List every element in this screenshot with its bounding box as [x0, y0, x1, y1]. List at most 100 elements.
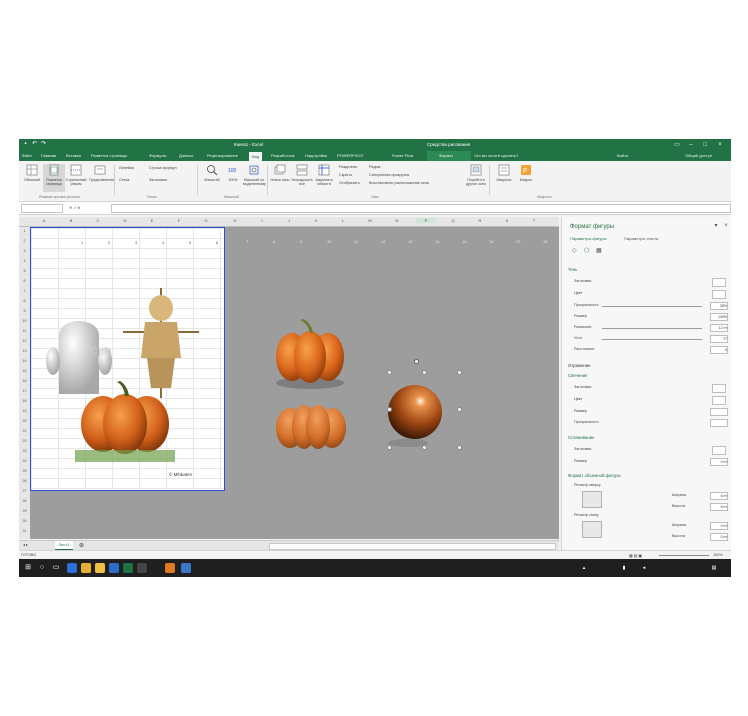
selection-handle[interactable]: [457, 407, 462, 412]
ruler-checkbox[interactable]: Линейка: [119, 166, 134, 170]
column-header[interactable]: C: [88, 218, 108, 223]
row-header[interactable]: 18: [19, 399, 30, 403]
redo-icon[interactable]: ↷: [40, 141, 47, 148]
reset-window-position-button[interactable]: Восстановить расположение окна: [369, 181, 429, 185]
row-header[interactable]: 22: [19, 439, 30, 443]
pumpkin-image[interactable]: [75, 376, 175, 466]
unhide-button[interactable]: Отобразить: [339, 181, 360, 185]
sheet-tab-list1[interactable]: Лист1: [55, 541, 73, 550]
shadow-distance-field[interactable]: 0: [710, 346, 728, 354]
row-header[interactable]: 16: [19, 379, 30, 383]
column-header[interactable]: I: [252, 218, 272, 223]
bottom-bevel-picker[interactable]: [582, 521, 602, 538]
row-header[interactable]: 12: [19, 339, 30, 343]
column-header[interactable]: R: [470, 218, 490, 223]
row-header[interactable]: 24: [19, 459, 30, 463]
row-header[interactable]: 8: [19, 299, 30, 303]
shadow-size-field[interactable]: 100%: [710, 313, 728, 321]
row-header[interactable]: 3: [19, 249, 30, 253]
shadow-angle-field[interactable]: 0°: [710, 335, 728, 343]
row-header[interactable]: 2: [19, 239, 30, 243]
column-header[interactable]: J: [279, 218, 299, 223]
page-layout-view-button[interactable]: Разметка страницы: [43, 164, 65, 192]
row-header[interactable]: 28: [19, 499, 30, 503]
selection-handle[interactable]: [457, 445, 462, 450]
app-icon[interactable]: [137, 563, 147, 573]
top-bevel-picker[interactable]: [582, 491, 602, 508]
row-header[interactable]: 19: [19, 409, 30, 413]
undo-icon[interactable]: ↶: [31, 141, 38, 148]
gridlines-checkbox[interactable]: Сетка: [119, 178, 129, 182]
close-icon[interactable]: ×: [716, 141, 724, 149]
row-header[interactable]: 27: [19, 489, 30, 493]
selection-handle[interactable]: [387, 445, 392, 450]
tab-developer[interactable]: Разработчик: [271, 153, 294, 158]
shadow-section-header[interactable]: Тень: [568, 267, 577, 272]
zoom-selection-button[interactable]: Масштаб по выделенному: [243, 164, 266, 192]
fill-line-icon[interactable]: ◇: [572, 247, 577, 254]
task-view-icon[interactable]: ▭: [51, 563, 61, 573]
column-header[interactable]: A: [34, 218, 54, 223]
flat-pumpkin-shape[interactable]: [274, 402, 348, 452]
pane-close-icon[interactable]: ×: [722, 222, 730, 230]
macro-record-button[interactable]: F Макрос: [515, 164, 537, 192]
bottom-bevel-height-field[interactable]: 0 пт: [710, 533, 728, 541]
row-header[interactable]: 7: [19, 289, 30, 293]
column-header[interactable]: T: [524, 218, 544, 223]
column-header-selected[interactable]: P: [416, 218, 436, 223]
soft-size-field[interactable]: 0 пт: [710, 458, 728, 466]
column-header[interactable]: M: [360, 218, 380, 223]
row-header[interactable]: 29: [19, 509, 30, 513]
column-header[interactable]: N: [387, 218, 407, 223]
synchronous-scroll-button[interactable]: Синхронная прокрутка: [369, 173, 409, 177]
soft-presets-dropdown[interactable]: [712, 446, 726, 455]
angle-slider[interactable]: [602, 339, 702, 340]
new-window-button[interactable]: Новое окно: [269, 164, 291, 192]
view-buttons[interactable]: ▦ ▤ ▣: [629, 553, 642, 558]
row-header[interactable]: 23: [19, 449, 30, 453]
column-header[interactable]: E: [142, 218, 162, 223]
tab-file[interactable]: Файл: [22, 153, 32, 158]
outlook-icon[interactable]: [109, 563, 119, 573]
selection-handle[interactable]: [387, 407, 392, 412]
top-bevel-width-field[interactable]: 6 пт: [710, 492, 728, 500]
reflection-section-header[interactable]: Отражение: [568, 363, 591, 368]
row-header[interactable]: 1: [19, 229, 30, 233]
column-header[interactable]: D: [115, 218, 135, 223]
active-app-icon[interactable]: [165, 563, 175, 573]
row-header[interactable]: 21: [19, 429, 30, 433]
row-header[interactable]: 30: [19, 519, 30, 523]
row-header[interactable]: 6: [19, 279, 30, 283]
row-header[interactable]: 25: [19, 469, 30, 473]
ribbon-options-icon[interactable]: ▭: [673, 141, 681, 149]
sheet-nav-arrows[interactable]: ◂ ▸: [23, 542, 28, 547]
tab-format[interactable]: Формат: [439, 153, 453, 158]
shadow-presets-dropdown[interactable]: [712, 278, 726, 287]
notification-icon[interactable]: ▤: [709, 563, 719, 573]
formula-bar-checkbox[interactable]: Строка формул: [149, 166, 177, 170]
column-header[interactable]: F: [169, 218, 189, 223]
glow-section-header[interactable]: Свечение: [568, 373, 587, 378]
rotation-handle[interactable]: [414, 359, 419, 364]
row-header[interactable]: 14: [19, 359, 30, 363]
effects-icon[interactable]: ⬠: [584, 247, 589, 254]
tab-data[interactable]: Данные: [179, 153, 193, 158]
size-properties-icon[interactable]: ▦: [596, 247, 602, 254]
selection-handle[interactable]: [422, 445, 427, 450]
row-header[interactable]: 31: [19, 529, 30, 533]
soft-edges-section-header[interactable]: Сглаживание: [568, 435, 595, 440]
row-header[interactable]: 13: [19, 349, 30, 353]
selection-handle[interactable]: [457, 370, 462, 375]
pane-options-icon[interactable]: ▾: [712, 222, 720, 230]
row-header[interactable]: 11: [19, 329, 30, 333]
fx-icon[interactable]: ✕ ✓ fx: [69, 205, 80, 210]
shadow-color-picker[interactable]: [712, 290, 726, 299]
selection-handle[interactable]: [387, 370, 392, 375]
row-header[interactable]: 17: [19, 389, 30, 393]
horizontal-scrollbar[interactable]: [269, 543, 556, 550]
row-header[interactable]: 10: [19, 319, 30, 323]
sign-in-link[interactable]: Войти: [617, 153, 628, 158]
formula-input[interactable]: [111, 204, 731, 213]
transparency-field[interactable]: 28%: [710, 302, 728, 310]
file-explorer-icon[interactable]: [95, 563, 105, 573]
